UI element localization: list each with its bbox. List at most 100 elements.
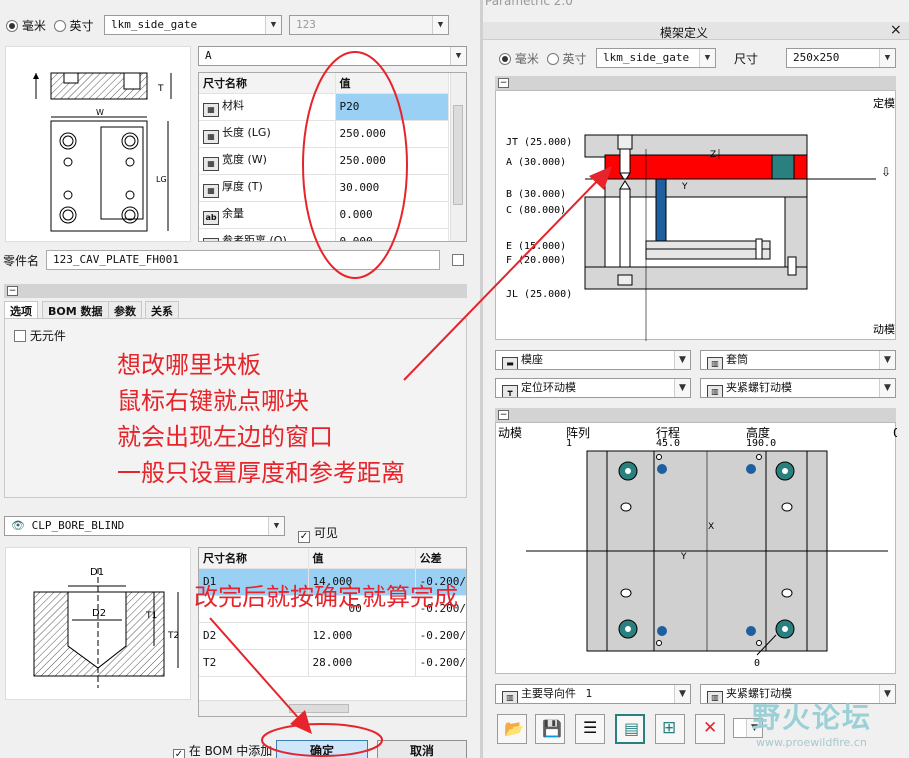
label-t2: T2	[167, 631, 179, 641]
bore-drawing: D1 D2 T1 T2	[33, 567, 179, 688]
table-row[interactable]: ▦ 材料 P20	[199, 93, 449, 121]
tab-options[interactable]: 选项	[4, 301, 38, 318]
side-view[interactable]: ⇩ Z Y JT (25.000) A (30.000) B (30.000) …	[495, 90, 896, 341]
collapse-icon[interactable]: −	[498, 78, 509, 88]
label-d1: D1	[90, 567, 104, 578]
size-value: 250x250	[793, 51, 840, 64]
app-title: Parametric 2.0	[485, 0, 573, 8]
catalog-select[interactable]: lkm_side_gate ▼	[104, 15, 282, 35]
visible-check[interactable]: ✓	[298, 531, 310, 543]
radio-inch-label: 英寸	[69, 19, 94, 33]
table-row[interactable]: ab参考距离 (O) 0.000	[199, 228, 449, 241]
note-line-1: 想改哪里块板	[117, 351, 261, 379]
feature-select[interactable]: 👁 CLP_BORE_BLIND ▼	[4, 516, 285, 536]
col-bore-value: 值	[308, 548, 416, 569]
table-row[interactable]: ab 余量 0.000	[199, 201, 449, 229]
screw-select[interactable]: ▥ 夹紧螺钉动模 ▼	[700, 378, 896, 398]
close-icon[interactable]: ×	[890, 22, 902, 38]
collapse-icon[interactable]: −	[498, 410, 509, 420]
feature-value: CLP_BORE_BLIND	[31, 519, 125, 532]
delete-icon[interactable]: ✕	[695, 714, 725, 744]
note-line-5: 改完后就按确定就算完成	[194, 583, 458, 611]
chevron-down-icon: ▼	[450, 47, 466, 65]
part-name-input[interactable]: 123_CAV_PLATE_FH001	[46, 250, 440, 270]
tab-params[interactable]: 参数	[108, 301, 142, 318]
list-export-icon[interactable]: ☰	[575, 714, 605, 744]
note-line-4: 一般只设置厚度和参考距离	[117, 459, 405, 487]
bom-label: 在 BOM 中添加	[188, 744, 273, 758]
right-size-select[interactable]: 250x250 ▼	[786, 48, 896, 68]
dimension-icon: ▦	[203, 183, 219, 198]
part-name-label: 零件名	[3, 254, 40, 268]
chevron-down-icon: ▼	[879, 379, 895, 397]
tab-bom[interactable]: BOM 数据	[42, 301, 109, 318]
top-view-header[interactable]: −	[495, 408, 896, 422]
label-lg: LG	[156, 175, 167, 184]
screw-icon: ▥	[707, 691, 723, 703]
ok-button[interactable]: 确定	[276, 740, 368, 758]
tv-origin-label: 0	[754, 658, 760, 669]
options-section-header[interactable]: −	[4, 284, 467, 298]
side-view-header[interactable]: −	[495, 76, 896, 90]
table-row[interactable]: T2 28.000 -0.200/	[199, 649, 466, 677]
open-file-icon[interactable]: 📂	[497, 714, 527, 744]
part-name-check[interactable]	[452, 254, 464, 266]
table-row[interactable]: ▦ 长度 (LG) 250.000	[199, 120, 449, 148]
no-component-check[interactable]	[14, 330, 26, 342]
bore-hscrollbar[interactable]	[199, 700, 466, 716]
scroll-thumb[interactable]	[453, 105, 463, 205]
side-view-drawing: ⇩ Z Y JT (25.000) A (30.000) B (30.000) …	[506, 96, 895, 341]
size-value: 123	[296, 18, 316, 31]
collapse-icon[interactable]: −	[7, 286, 18, 296]
note-line-2: 鼠标右键就点哪块	[117, 387, 309, 415]
guide-pin-icon: ▥	[502, 691, 518, 703]
chevron-down-icon: ▼	[879, 351, 895, 369]
locate-ring-select[interactable]: ┳ 定位环动模 ▼	[495, 378, 691, 398]
label-jt: JT (25.000)	[506, 137, 572, 148]
unit-radios: 毫米 英寸	[6, 17, 94, 34]
dims-table-box: 尺寸名称 值 ▦ 材料 P20 ▦ 长度 (LG) 250.000 ▦ 宽度 (W) …	[198, 72, 467, 242]
sleeve-select[interactable]: ▥ 套筒 ▼	[700, 350, 896, 370]
tv-axis-y: Y	[680, 552, 687, 562]
variant-select[interactable]: A ▼	[198, 46, 467, 66]
bore-diagram: D1 D2 T1 T2	[5, 547, 191, 700]
top-view[interactable]: 动模 阵列 行程 高度 0 1 45.0 190.0 X Y 0	[495, 422, 901, 674]
radio-inch[interactable]	[546, 53, 559, 65]
scroll-thumb[interactable]	[289, 704, 349, 713]
grid-view-icon[interactable]: ⊞	[655, 714, 685, 744]
no-component-option[interactable]: 无元件	[14, 327, 66, 344]
radio-mm-label: 毫米	[21, 19, 46, 33]
tab-relations[interactable]: 关系	[145, 301, 179, 318]
tv-height-value: 190.0	[746, 438, 776, 449]
cancel-button[interactable]: 取消	[377, 740, 467, 758]
radio-inch-label: 英寸	[562, 52, 587, 66]
chevron-down-icon: ▼	[674, 379, 690, 397]
axis-y: Y	[681, 182, 688, 192]
radio-inch[interactable]	[53, 20, 66, 32]
tv-header-zero: 0	[893, 426, 897, 440]
dims-scrollbar[interactable]	[450, 73, 466, 241]
visible-option[interactable]: ✓ 可见	[298, 524, 338, 543]
guide-select[interactable]: ▥ 主要导向件 1 ▼	[495, 684, 691, 704]
bom-check[interactable]: ✓	[173, 749, 185, 758]
size-select[interactable]: 123 ▼	[289, 15, 449, 35]
right-catalog-select[interactable]: lkm_side_gate ▼	[596, 48, 716, 68]
visible-label: 可见	[313, 526, 338, 540]
tv-axis-x: X	[708, 522, 714, 532]
base-select[interactable]: ▬ 模座 ▼	[495, 350, 691, 370]
label-fixed: 定模	[873, 96, 895, 110]
axis-z: Z	[710, 150, 716, 160]
col-dim-name: 尺寸名称	[199, 73, 336, 94]
table-row[interactable]: ▦ 宽度 (W) 250.000	[199, 147, 449, 175]
table-row[interactable]: ▦ 厚度 (T) 30.000	[199, 174, 449, 202]
mold-base-icon: ▬	[502, 357, 518, 369]
table-row[interactable]: D2 12.000 -0.200/	[199, 622, 466, 650]
no-component-label: 无元件	[29, 329, 66, 343]
bom-option[interactable]: ✓ 在 BOM 中添加	[173, 742, 272, 758]
save-file-icon[interactable]: 💾	[535, 714, 565, 744]
radio-mm[interactable]	[499, 53, 511, 65]
tv-stroke-value: 45.0	[656, 438, 680, 449]
col-dim-value: 值	[335, 73, 449, 94]
radio-mm[interactable]	[6, 20, 18, 32]
plate-view-icon[interactable]: ▤	[615, 714, 645, 744]
